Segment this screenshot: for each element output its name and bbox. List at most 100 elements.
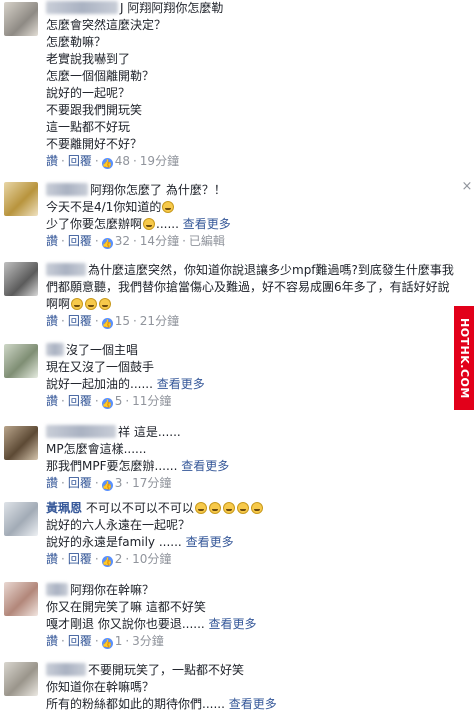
like-count[interactable]: 15 — [115, 314, 130, 328]
like-button[interactable]: 讚 — [46, 634, 58, 648]
reply-button[interactable]: 回覆 — [68, 314, 92, 328]
comment-actions: 讚 · 回覆 · 👍 1 · 3分鐘 — [46, 634, 164, 649]
comment-line: 不要離開好不好？ — [46, 137, 143, 151]
author-name[interactable] — [46, 183, 88, 196]
see-more-link[interactable]: 查看更多 — [229, 697, 277, 711]
like-icon: 👍 — [101, 480, 113, 491]
crying-emoji-icon — [99, 298, 112, 310]
comment-line: 所有的粉絲都如此的期待你們...... 查看更多 — [46, 697, 277, 711]
author-name[interactable] — [46, 1, 118, 14]
edited-label[interactable]: 已編輯 — [189, 234, 225, 248]
comment-line: MP怎麼會這樣...... — [46, 442, 147, 456]
author-name[interactable]: 黃珮恩 — [46, 501, 82, 515]
crying-emoji-icon — [194, 502, 207, 514]
timestamp[interactable]: 14分鐘 — [140, 234, 179, 248]
like-count[interactable]: 5 — [115, 394, 123, 408]
like-icon: 👍 — [101, 158, 113, 169]
comment-line: 怎麼一個個離開勒？ — [46, 69, 155, 83]
see-more-link[interactable]: 查看更多 — [157, 377, 205, 391]
see-more-link[interactable]: 查看更多 — [181, 459, 229, 473]
like-button[interactable]: 讚 — [46, 154, 58, 168]
comment-line: 阿翔你怎麼了 為什麼？！ — [46, 182, 460, 199]
timestamp[interactable]: 21分鐘 — [140, 314, 179, 328]
like-button[interactable]: 讚 — [46, 552, 58, 566]
comment-line: 怎麼勒嘛？ — [46, 35, 107, 49]
avatar[interactable] — [4, 2, 38, 36]
comment-line: 黃珮恩 不可以不可以不可以 — [46, 500, 460, 517]
comment-line: 今天不是4/1你知道的 — [46, 199, 460, 216]
comment-line: 你又在開完笑了嘛 這都不好笑 — [46, 600, 206, 614]
comment-actions: 讚 · 回覆 · 👍 3 · 17分鐘 — [46, 476, 172, 491]
see-more-link[interactable]: 查看更多 — [209, 617, 257, 631]
see-more-link[interactable]: 查看更多 — [186, 535, 234, 549]
comment-actions: 讚 · 回覆 · 👍 2 · 10分鐘 — [46, 552, 172, 567]
author-name[interactable] — [46, 263, 86, 276]
comment-line: 嘎才剛退 你又說你也要退...... 查看更多 — [46, 617, 257, 631]
like-button[interactable]: 讚 — [46, 476, 58, 490]
author-name[interactable] — [46, 583, 68, 596]
author-name[interactable] — [46, 343, 64, 356]
reply-button[interactable]: 回覆 — [68, 476, 92, 490]
comment-line: 說好的六人永遠在一起呢？ — [46, 518, 191, 532]
comment-line: 這一點都不好玩 — [46, 120, 131, 134]
reply-button[interactable]: 回覆 — [68, 634, 92, 648]
comment-line: 說好的一起呢？ — [46, 86, 131, 100]
like-icon: 👍 — [101, 238, 113, 249]
like-button[interactable]: 讚 — [46, 234, 58, 248]
timestamp[interactable]: 19分鐘 — [140, 154, 179, 168]
timestamp[interactable]: 3分鐘 — [132, 634, 164, 648]
like-icon: 👍 — [101, 638, 113, 649]
watermark-badge: HOTHK.COM — [454, 306, 474, 410]
author-name[interactable] — [46, 663, 86, 676]
like-icon: 👍 — [101, 398, 113, 409]
comment-actions: 讚 · 回覆 · 👍 32 · 14分鐘 · 已編輯 — [46, 234, 225, 249]
reply-button[interactable]: 回覆 — [68, 552, 92, 566]
timestamp[interactable]: 17分鐘 — [132, 476, 171, 490]
like-button[interactable]: 讚 — [46, 314, 58, 328]
close-icon[interactable]: × — [460, 180, 474, 194]
like-icon: 👍 — [101, 556, 113, 567]
like-button[interactable]: 讚 — [46, 394, 58, 408]
see-more-link[interactable]: 查看更多 — [183, 217, 231, 231]
reply-button[interactable]: 回覆 — [68, 394, 92, 408]
like-icon: 👍 — [101, 318, 113, 329]
comment-actions: 讚 · 回覆 · 👍 5 · 11分鐘 — [46, 394, 172, 409]
comment-line: 說好一起加油的...... 查看更多 — [46, 377, 205, 391]
like-count[interactable]: 3 — [115, 476, 123, 490]
comment-line: J 阿翔阿翔你怎麼勒 — [46, 0, 460, 17]
like-count[interactable]: 48 — [115, 154, 130, 168]
comment-actions: 讚 · 回覆 · 👍 48 · 19分鐘 — [46, 154, 180, 169]
crying-emoji-icon — [222, 502, 235, 514]
avatar[interactable] — [4, 262, 38, 296]
comment-line: 你知道你在幹嘛嗎？ — [46, 680, 155, 694]
comment-line: 現在又沒了一個鼓手 — [46, 360, 155, 374]
reply-button[interactable]: 回覆 — [68, 154, 92, 168]
avatar[interactable] — [4, 582, 38, 616]
comment-line: 少了你要怎麼辦啊...... 查看更多 — [46, 217, 231, 231]
comment-actions: 讚 · 回覆 · 👍 15 · 21分鐘 — [46, 314, 180, 329]
avatar[interactable] — [4, 426, 38, 460]
comment-line: 不要開玩笑了，一點都不好笑 — [46, 662, 460, 679]
avatar[interactable] — [4, 662, 38, 696]
like-count[interactable]: 32 — [115, 234, 130, 248]
comment-line: 怎麼會突然這麼決定？ — [46, 18, 167, 32]
like-count[interactable]: 1 — [115, 634, 123, 648]
timestamp[interactable]: 10分鐘 — [132, 552, 171, 566]
comment-line: 說好的永遠是family ...... 查看更多 — [46, 535, 234, 549]
comment-line: 為什麼這麼突然，你知道你說退讓多少mpf難過嗎?到底發生什麼事我們都願意聽，我們… — [46, 263, 454, 311]
comment-line: 阿翔你在幹嘛？ — [46, 582, 460, 599]
comment-line: 老實說我嚇到了 — [46, 52, 131, 66]
avatar[interactable] — [4, 182, 38, 216]
crying-emoji-icon — [85, 298, 98, 310]
avatar[interactable] — [4, 502, 38, 536]
timestamp[interactable]: 11分鐘 — [132, 394, 171, 408]
comment-line: 那我們MPF要怎麼辦...... 查看更多 — [46, 459, 230, 473]
crying-emoji-icon — [250, 502, 263, 514]
crying-emoji-icon — [143, 218, 156, 230]
reply-button[interactable]: 回覆 — [68, 234, 92, 248]
author-name[interactable] — [46, 425, 116, 438]
avatar[interactable] — [4, 344, 38, 378]
comment-line: 沒了一個主唱 — [46, 342, 460, 359]
like-count[interactable]: 2 — [115, 552, 123, 566]
crying-emoji-icon — [208, 502, 221, 514]
